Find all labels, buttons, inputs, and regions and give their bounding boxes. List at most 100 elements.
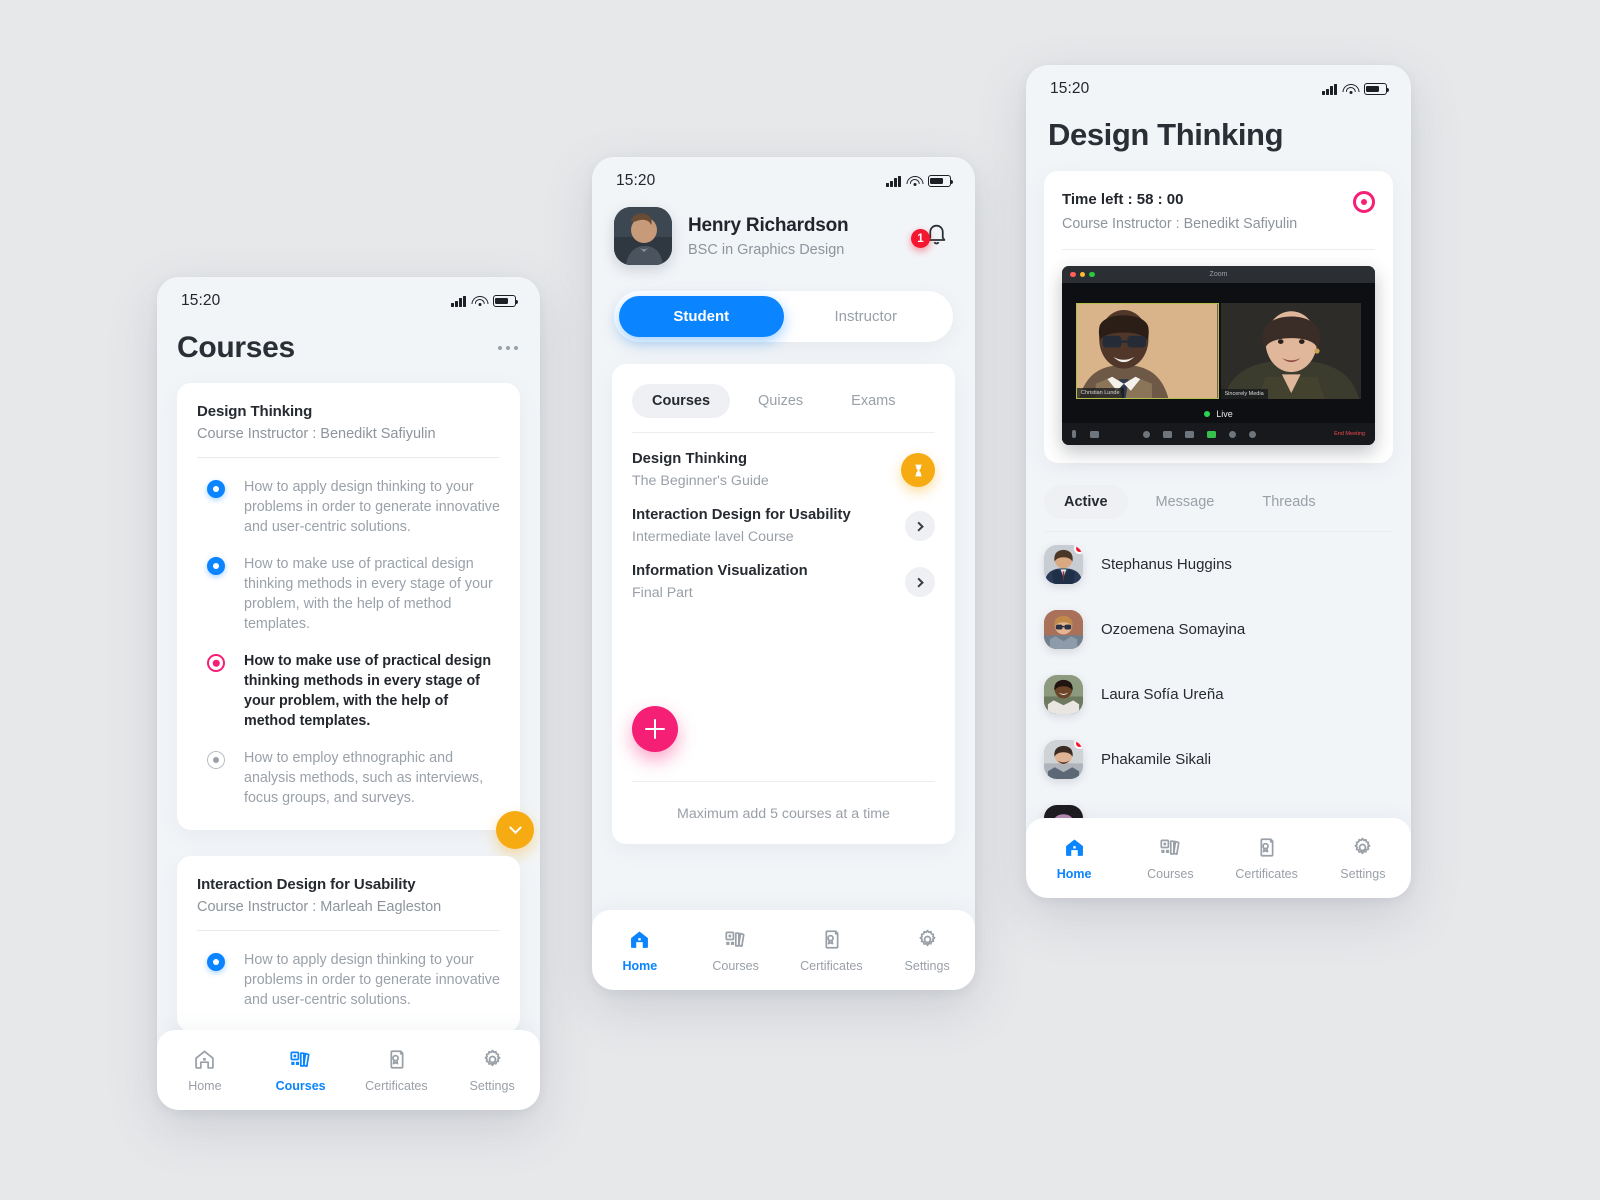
contact-row[interactable]: Stephanus Huggins <box>1044 532 1393 597</box>
bottom-nav[interactable]: Home Courses Certificates Settings <box>592 910 975 990</box>
tab-active[interactable]: Active <box>1044 485 1128 519</box>
segment-student[interactable]: Student <box>619 296 784 337</box>
nav-item-home[interactable]: Home <box>1026 836 1122 881</box>
course-title: Interaction Design for Usability <box>632 507 851 523</box>
nav-item-courses[interactable]: Courses <box>688 928 784 973</box>
bottom-nav[interactable]: Home Courses Certificates Settings <box>157 1030 540 1110</box>
divider <box>197 457 500 458</box>
lesson-item[interactable]: How to apply design thinking to your pro… <box>197 937 500 1014</box>
nav-label: Certificates <box>800 958 863 973</box>
end-meeting-button[interactable]: End Meeting <box>1334 431 1365 437</box>
avatar[interactable] <box>614 207 672 265</box>
radio-current-icon[interactable] <box>207 654 225 672</box>
segment-instructor[interactable]: Instructor <box>784 296 949 337</box>
expand-course-button[interactable] <box>496 811 534 849</box>
tab-courses[interactable]: Courses <box>632 384 731 418</box>
nav-label: Settings <box>1340 866 1386 881</box>
chevron-down-icon <box>508 820 522 834</box>
status-bar: 15:20 <box>157 277 540 315</box>
share-screen-icon[interactable] <box>1207 430 1216 438</box>
course-card[interactable]: Design Thinking Course Instructor : Bene… <box>177 383 534 849</box>
session-card: Time left : 58 : 00 Course Instructor : … <box>1044 171 1393 463</box>
participant-tile[interactable]: Christian Lunde <box>1076 303 1219 399</box>
detail-tabs[interactable]: Active Message Threads <box>1026 463 1411 519</box>
video-toolbar[interactable]: End Meeting <box>1062 423 1375 445</box>
course-card[interactable]: Interaction Design for Usability Course … <box>177 856 520 1032</box>
nav-label: Courses <box>1147 866 1194 881</box>
participant-tile[interactable]: Sincerely Media <box>1220 303 1361 399</box>
phone-home-screen: 15:20 Henry Richardson BSC in Graphics D… <box>592 157 975 990</box>
status-time: 15:20 <box>616 172 656 189</box>
course-row[interactable]: Information Visualization Final Part <box>632 545 935 601</box>
cellular-signal-icon <box>886 175 901 187</box>
wifi-icon <box>1343 84 1358 95</box>
lesson-item[interactable]: How to employ ethnographic and analysis … <box>197 735 500 812</box>
panel-tabs[interactable]: Courses Quizes Exams <box>632 384 935 418</box>
lesson-item-current[interactable]: How to make use of practical design thin… <box>197 638 500 735</box>
chat-icon[interactable] <box>1185 430 1194 438</box>
phone-courses-screen: 15:20 Courses Design Thinking Course Ins… <box>157 277 540 1110</box>
course-open-button[interactable] <box>905 511 935 541</box>
course-row[interactable]: Interaction Design for Usability Interme… <box>632 489 935 545</box>
nav-label: Certificates <box>365 1078 428 1093</box>
record-toolbar-icon[interactable] <box>1229 430 1236 438</box>
role-segment-control[interactable]: Student Instructor <box>614 291 953 342</box>
courses-list[interactable]: Design Thinking Course Instructor : Bene… <box>157 383 540 1032</box>
course-row-text: Information Visualization Final Part <box>632 563 808 601</box>
contact-name: Stephanus Huggins <box>1101 556 1232 573</box>
nav-item-home[interactable]: Home <box>157 1048 253 1093</box>
course-open-button[interactable] <box>905 567 935 597</box>
nav-label: Home <box>188 1078 222 1093</box>
contact-row[interactable]: Phakamile Sikali <box>1044 727 1393 792</box>
tab-quizes[interactable]: Quizes <box>738 384 823 418</box>
camera-icon[interactable] <box>1090 430 1099 438</box>
add-course-button[interactable] <box>632 706 678 752</box>
lesson-item[interactable]: How to apply design thinking to your pro… <box>197 464 500 541</box>
chevron-right-icon <box>913 521 924 531</box>
radio-locked-icon[interactable] <box>207 751 225 769</box>
avatar[interactable] <box>1044 675 1083 714</box>
contacts-list[interactable]: Stephanus Huggins Ozoemena Somayina Laur… <box>1026 532 1411 857</box>
avatar[interactable] <box>1044 610 1083 649</box>
divider <box>632 781 935 782</box>
more-horizontal-icon[interactable] <box>496 338 520 358</box>
reactions-icon[interactable] <box>1249 430 1256 438</box>
participants-icon[interactable] <box>1163 430 1172 438</box>
microphone-icon[interactable] <box>1072 430 1076 438</box>
lesson-item[interactable]: How to make use of practical design thin… <box>197 541 500 638</box>
tab-threads[interactable]: Threads <box>1242 485 1335 519</box>
contact-row[interactable]: Ozoemena Somayina <box>1044 597 1393 662</box>
nav-item-certificates[interactable]: Certificates <box>784 928 880 973</box>
video-call-window[interactable]: Zoom Christian Lunde Sincerely Media Liv… <box>1062 266 1375 445</box>
contact-name: Phakamile Sikali <box>1101 751 1212 768</box>
course-title: Design Thinking <box>632 451 748 467</box>
nav-item-settings[interactable]: Settings <box>444 1048 540 1093</box>
nav-item-settings[interactable]: Settings <box>879 928 975 973</box>
avatar[interactable] <box>1044 545 1083 584</box>
record-icon[interactable] <box>1353 191 1375 213</box>
avatar[interactable] <box>1044 740 1083 779</box>
notifications-button[interactable]: 1 <box>911 217 953 255</box>
plus-icon <box>645 719 665 739</box>
live-label: Live <box>1216 409 1233 419</box>
tab-message[interactable]: Message <box>1136 485 1235 519</box>
radio-filled-icon[interactable] <box>207 557 225 575</box>
contact-row[interactable]: Laura Sofía Ureña <box>1044 662 1393 727</box>
security-icon[interactable] <box>1143 430 1150 438</box>
radio-filled-icon[interactable] <box>207 480 225 498</box>
nav-item-settings[interactable]: Settings <box>1315 836 1411 881</box>
nav-item-certificates[interactable]: Certificates <box>349 1048 445 1093</box>
course-row[interactable]: Design Thinking The Beginner's Guide <box>632 433 935 489</box>
nav-item-courses[interactable]: Courses <box>253 1048 349 1093</box>
nav-item-certificates[interactable]: Certificates <box>1219 836 1315 881</box>
nav-item-home[interactable]: Home <box>592 928 688 973</box>
course-instructor: Course Instructor : Marleah Eagleston <box>197 899 442 915</box>
nav-item-courses[interactable]: Courses <box>1122 836 1218 881</box>
bottom-nav[interactable]: Home Courses Certificates Settings <box>1026 818 1411 898</box>
lesson-text: How to apply design thinking to your pro… <box>244 479 500 535</box>
course-status-button[interactable] <box>901 453 935 487</box>
course-instructor: Course Instructor : Benedikt Safiyulin <box>1062 216 1298 232</box>
radio-filled-icon[interactable] <box>207 953 225 971</box>
lesson-text: How to make use of practical design thin… <box>244 556 493 632</box>
tab-exams[interactable]: Exams <box>831 384 915 418</box>
